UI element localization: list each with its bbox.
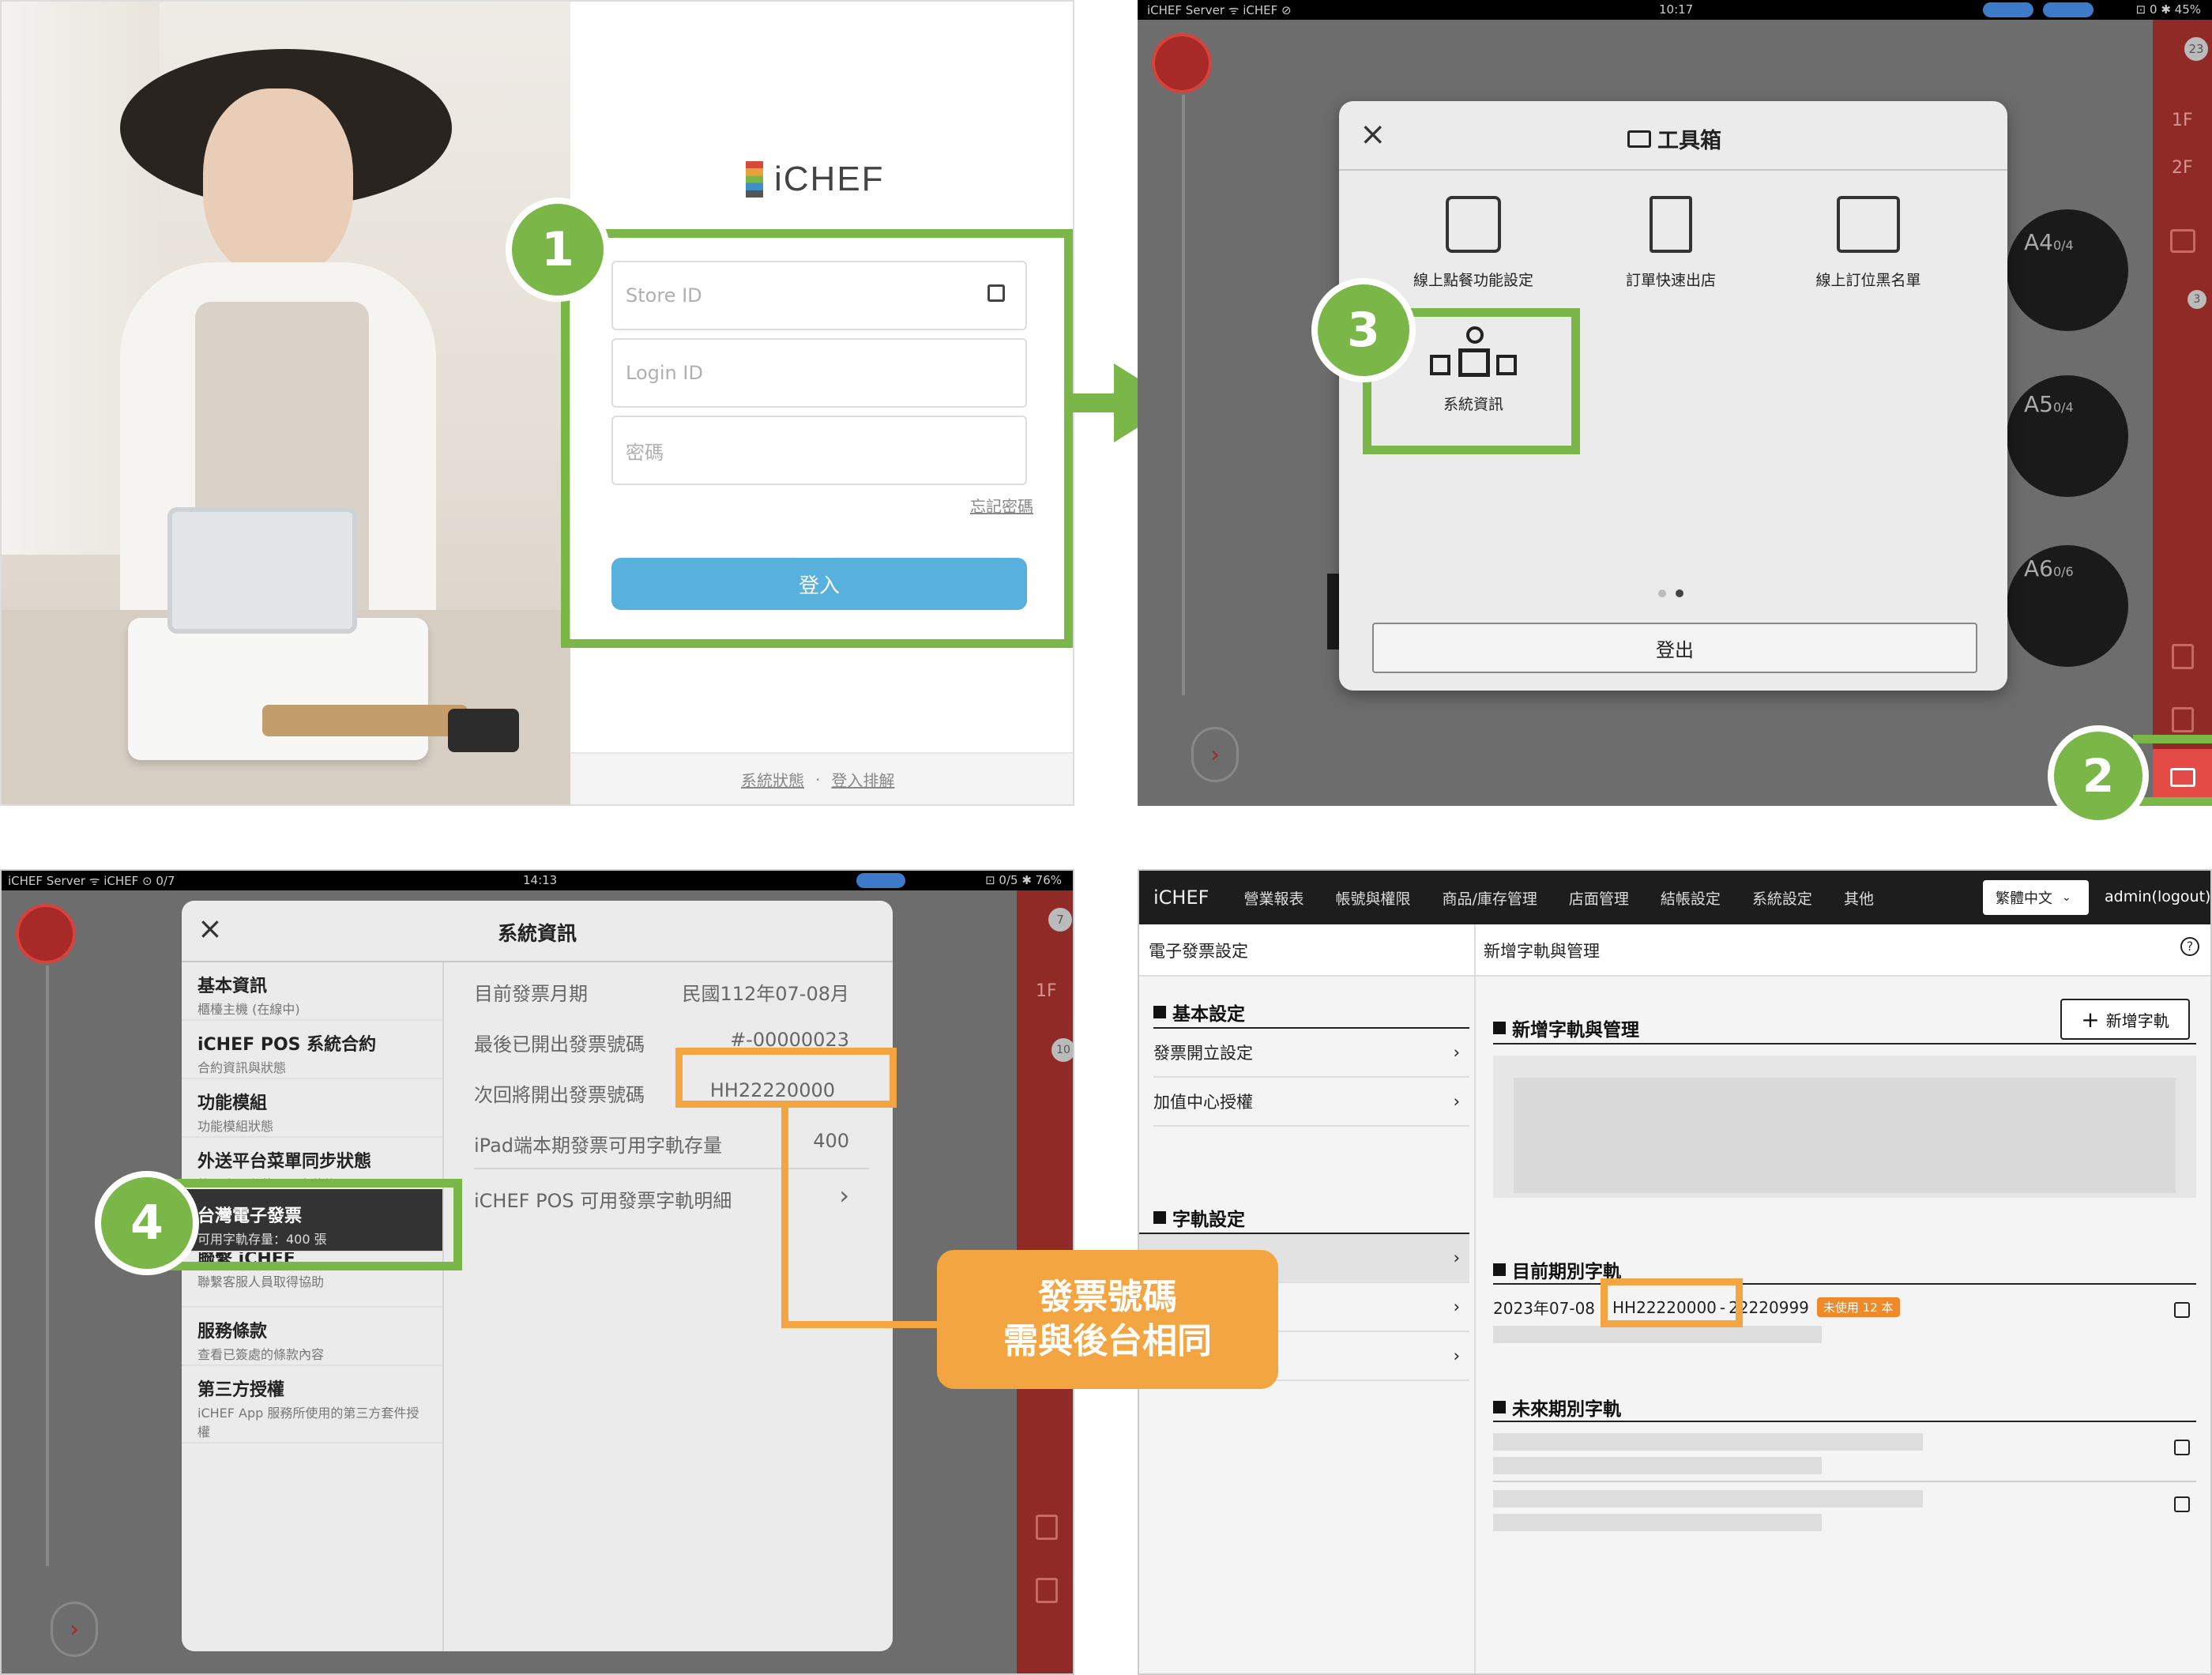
expand-chevron-icon[interactable]: › [1191, 727, 1239, 782]
modal-title: 系統資訊 [497, 922, 577, 945]
badge-count: 3 [2188, 290, 2206, 309]
toolbox-panel: iCHEF Server ᯤ iCHEF ⊘ 10:17 ⊡ 0 ✱ 45% ›… [1138, 0, 2212, 806]
toolbox-title: 工具箱 [1657, 129, 1721, 153]
page-dots [1658, 589, 1683, 597]
chevron-right-icon: › [1453, 1297, 1460, 1316]
chevron-right-icon: › [1453, 1248, 1460, 1267]
ichef-logo: iCHEF [1153, 886, 1209, 909]
row-track-detail[interactable]: iCHEF POS 可用發票字軌明細 › [474, 1180, 849, 1213]
badge-count: 10 [1051, 1038, 1073, 1062]
nav-accounts[interactable]: 帳號與權限 [1335, 887, 1410, 909]
floor-1f[interactable]: 1F [2172, 111, 2193, 130]
language-select[interactable]: 繁體中文 ⌄ [1983, 880, 2089, 915]
backend-panel: iCHEF 營業報表 帳號與權限 商品/庫存管理 店面管理 結帳設定 系統設定 … [1138, 869, 2212, 1675]
tool-online-order[interactable]: 線上點餐功能設定 [1386, 196, 1560, 307]
right-header: 新增字軌與管理 [1484, 942, 1600, 961]
right-toolbar: 23 1F 2F 3 [2153, 20, 2212, 806]
nav-other[interactable]: 其他 [1844, 887, 1874, 909]
trash-icon[interactable] [1036, 1515, 1058, 1540]
unused-badge: 未使用 12 本 [1816, 1297, 1900, 1317]
quick-checkout-icon [1650, 196, 1692, 253]
step2-badge: 2 [2048, 725, 2149, 826]
future-track-title: 未來期別字軌 [1493, 1394, 1621, 1421]
floor-1f[interactable]: 1F [1036, 981, 1057, 1001]
sidebar-item-modules[interactable]: 功能模組 功能模組狀態 [182, 1079, 442, 1138]
nav-checkout[interactable]: 結帳設定 [1661, 887, 1721, 909]
login-troubleshoot-link[interactable]: 登入排解 [831, 768, 894, 791]
logout-button[interactable]: 登出 [1372, 623, 1977, 673]
chevron-right-icon: › [1453, 1346, 1460, 1365]
placeholder-block [1514, 1078, 2176, 1193]
online-order-settings-icon [1446, 196, 1501, 253]
cashier-photo [2, 2, 570, 804]
callout-box: 發票號碼 需與後台相同 [937, 1250, 1278, 1389]
left-header: 電子發票設定 [1149, 942, 1248, 961]
next-invoice-highlight [675, 1048, 897, 1108]
menu-invoice-settings[interactable]: 發票開立設定 › [1153, 1029, 1469, 1078]
basic-settings-title: 基本設定 [1153, 999, 1245, 1026]
callout-connector [781, 1106, 788, 1327]
nav-store[interactable]: 店面管理 [1569, 887, 1629, 909]
order-pad-icon[interactable] [16, 904, 76, 964]
row-current-period: 目前發票月期 民國112年07-08月 [474, 983, 849, 1005]
step3-badge: 3 [1311, 278, 1416, 382]
new-track-title: 新增字軌與管理 [1493, 1014, 1639, 1041]
ichef-logo: iCHEF [774, 160, 885, 198]
close-icon[interactable]: × [1360, 119, 1386, 150]
reservation-blacklist-icon [1837, 196, 1900, 253]
row-available-stock: iPad端本期發票可用字軌存量 400 [474, 1130, 849, 1157]
toolbox-icon [1627, 130, 1651, 148]
exit-icon[interactable] [2172, 707, 2194, 732]
track-settings-title: 字軌設定 [1153, 1204, 1245, 1231]
arrow-icon [1073, 393, 1120, 412]
edit-icon[interactable] [2174, 1440, 2190, 1455]
chevron-right-icon: › [839, 1180, 849, 1210]
chevron-right-icon: › [1453, 1043, 1460, 1062]
nav-system[interactable]: 系統設定 [1752, 887, 1812, 909]
expand-chevron-icon[interactable]: › [51, 1602, 98, 1657]
calendar-icon[interactable] [2170, 229, 2195, 253]
edit-icon[interactable] [2174, 1496, 2190, 1512]
order-pad-icon[interactable] [1152, 33, 1212, 93]
sidebar-item-third-party[interactable]: 第三方授權 iCHEF App 服務所使用的第三方套件授權 [182, 1366, 442, 1444]
sidebar-item-contract[interactable]: iCHEF POS 系統合約 合約資訊與狀態 [182, 1021, 442, 1079]
badge-count: 23 [2184, 37, 2208, 61]
nav-reports[interactable]: 營業報表 [1243, 887, 1304, 909]
chevron-right-icon: › [1453, 1092, 1460, 1111]
exit-icon[interactable] [1036, 1578, 1058, 1603]
step1-badge: 1 [506, 198, 610, 302]
tool-quick-checkout[interactable]: 訂單快速出店 [1584, 196, 1758, 307]
edit-icon[interactable] [2174, 1302, 2190, 1318]
nav-products[interactable]: 商品/庫存管理 [1442, 887, 1537, 909]
chevron-down-icon: ⌄ [2062, 891, 2071, 904]
track-start-highlight [1601, 1278, 1743, 1327]
sidebar-item-delivery-sync[interactable]: 外送平台菜單同步狀態 第三方平台菜單同步狀態 [182, 1138, 442, 1185]
trash-icon[interactable] [2172, 644, 2194, 669]
sidebar-item-terms[interactable]: 服務條款 查看已簽處的條款內容 [182, 1308, 442, 1366]
badge-count: 7 [1048, 908, 1072, 932]
add-track-button[interactable]: + 新增字軌 [2060, 999, 2190, 1040]
tool-reservation-blacklist[interactable]: 線上訂位黑名單 [1781, 196, 1955, 307]
help-icon[interactable]: ? [2180, 937, 2199, 956]
sidebar-item-basic-info[interactable]: 基本資訊 櫃檯主機 (在線中) [182, 962, 442, 1021]
plus-icon: + [2081, 1006, 2100, 1033]
step4-highlight [158, 1179, 462, 1270]
system-status-link[interactable]: 系統狀態 [741, 768, 804, 791]
floor-2f[interactable]: 2F [2172, 158, 2193, 178]
table-a4[interactable] [2007, 209, 2128, 331]
menu-value-center[interactable]: 加值中心授權 › [1153, 1078, 1469, 1127]
ichef-logo-mark [746, 161, 763, 198]
step4-badge: 4 [95, 1171, 199, 1275]
top-navbar: iCHEF 營業報表 帳號與權限 商品/庫存管理 店面管理 結帳設定 系統設定 … [1139, 871, 2210, 924]
admin-logout-link[interactable]: admin(logout) [2105, 888, 2210, 905]
step1-highlight [561, 229, 1073, 648]
